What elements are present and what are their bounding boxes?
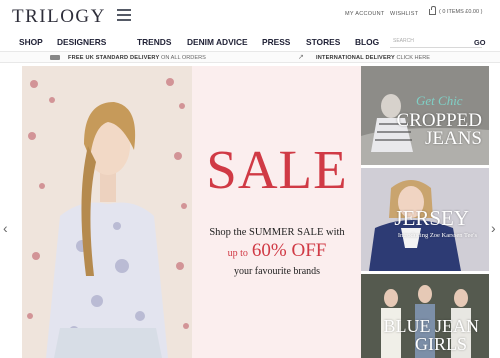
- tile-title-line1: BLUE JEAN: [383, 316, 480, 336]
- nav-item-designers[interactable]: DESIGNERS: [57, 37, 106, 47]
- chevron-right-icon[interactable]: ›: [491, 220, 496, 236]
- tile-cropped-jeans[interactable]: Get Chic CROPPED JEANS: [361, 66, 489, 165]
- nav-item-stores[interactable]: STORES: [306, 37, 340, 47]
- tile-title-line2: JEANS: [424, 128, 482, 149]
- nav-item-trends[interactable]: TRENDS: [137, 37, 171, 47]
- sale-discount-amount: 60% OFF: [251, 240, 327, 261]
- cart-summary: ( 0 ITEMS £0.00 ): [439, 9, 483, 15]
- tile-title-line2: GIRLS: [414, 334, 467, 354]
- my-account-link[interactable]: MY ACCOUNT: [345, 11, 385, 17]
- sale-discount: up to 60% OFF: [194, 240, 360, 262]
- nav-item-shop[interactable]: SHOP: [19, 37, 43, 47]
- site-logo[interactable]: TRILOGY: [12, 6, 106, 28]
- search-input[interactable]: SEARCH: [390, 34, 482, 48]
- sale-discount-prefix: up to: [227, 248, 248, 259]
- cart-link[interactable]: ( 0 ITEMS £0.00 ): [429, 6, 483, 15]
- delivery-banner: FREE UK STANDARD DELIVERY ON ALL ORDERS …: [0, 51, 500, 63]
- arrow-icon: ↗: [298, 54, 304, 61]
- tile-subtitle: Introducing Zoe Karssen Tee's: [397, 232, 477, 239]
- intl-delivery-link[interactable]: CLICK HERE: [396, 55, 430, 61]
- uk-delivery-rest: ON ALL ORDERS: [160, 55, 206, 61]
- tile-jersey[interactable]: JERSEY Introducing Zoe Karssen Tee's: [361, 168, 489, 271]
- sale-subtitle: Shop the SUMMER SALE with: [209, 227, 345, 238]
- sale-brands-text: your favourite brands: [233, 266, 321, 277]
- search-go-button[interactable]: GO: [474, 38, 486, 47]
- intl-delivery-bold: INTERNATIONAL DELIVERY: [316, 55, 395, 61]
- menu-icon[interactable]: [117, 9, 131, 21]
- nav-item-blog[interactable]: BLOG: [355, 37, 379, 47]
- tile-title-line1: JERSEY: [394, 206, 469, 230]
- tile-blue-jean-girls[interactable]: BLUE JEAN GIRLS: [361, 274, 489, 358]
- truck-icon: [50, 55, 60, 60]
- sale-hero-banner[interactable]: SALE Shop the SUMMER SALE with up to 60%…: [22, 66, 361, 358]
- hero-photo: [22, 66, 192, 358]
- nav-item-press[interactable]: PRESS: [262, 37, 290, 47]
- wishlist-link[interactable]: WISHLIST: [390, 11, 418, 17]
- tile-subtitle: Get Chic: [416, 93, 463, 108]
- model-illustration: [27, 78, 189, 358]
- intl-delivery-text[interactable]: INTERNATIONAL DELIVERY CLICK HERE: [316, 55, 430, 61]
- cart-icon: [429, 6, 436, 15]
- sale-title: SALE: [206, 139, 348, 200]
- uk-delivery-text: FREE UK STANDARD DELIVERY ON ALL ORDERS: [68, 55, 206, 61]
- chevron-left-icon[interactable]: ‹: [3, 220, 8, 236]
- nav-item-denim-advice[interactable]: DENIM ADVICE: [187, 37, 248, 47]
- uk-delivery-bold: FREE UK STANDARD DELIVERY: [68, 55, 160, 61]
